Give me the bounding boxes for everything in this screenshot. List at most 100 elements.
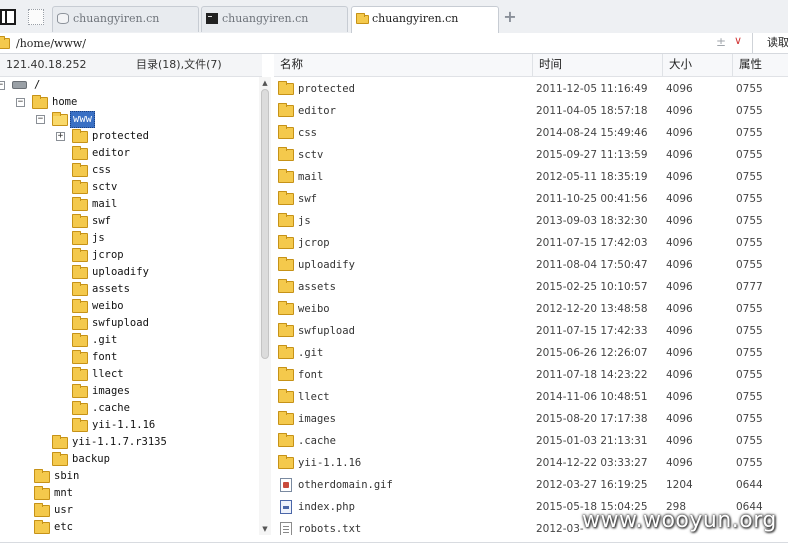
tab-terminal[interactable]: chuangyiren.cn (201, 6, 348, 32)
file-time: 2012-03- (536, 523, 584, 535)
file-name: .cache (298, 435, 336, 447)
chevron-down-icon[interactable]: ∨ (734, 34, 742, 47)
file-time: 2012-12-20 13:48:58 (536, 303, 648, 315)
folder-icon (278, 279, 294, 293)
file-row[interactable]: mail 2012-05-11 18:35:19 4096 0755 (274, 166, 788, 188)
file-row[interactable]: images 2015-08-20 17:17:38 4096 0755 (274, 408, 788, 430)
file-time: 2012-05-11 18:35:19 (536, 171, 648, 183)
file-size: 4096 (666, 391, 693, 403)
file-row[interactable]: editor 2011-04-05 18:57:18 4096 0755 (274, 100, 788, 122)
folder-icon (52, 435, 68, 449)
folder-icon (34, 503, 50, 517)
image-file-icon (280, 478, 292, 492)
collapse-icon[interactable]: − (16, 98, 25, 107)
folder-icon (52, 452, 68, 466)
file-size: 4096 (666, 171, 693, 183)
folder-icon (278, 81, 294, 95)
file-name: swf (298, 193, 317, 205)
file-name: robots.txt (298, 523, 362, 535)
file-row[interactable]: jcrop 2011-07-15 17:42:03 4096 0755 (274, 232, 788, 254)
tree-node-label: .git (92, 334, 118, 346)
database-icon (57, 13, 69, 24)
file-name: images (298, 413, 336, 425)
text-file-icon (280, 522, 292, 535)
folder-icon (278, 323, 294, 337)
file-row[interactable]: assets 2015-02-25 10:10:57 4096 0777 (274, 276, 788, 298)
file-row[interactable]: sctv 2015-09-27 11:13:59 4096 0755 (274, 144, 788, 166)
column-header-attr[interactable]: 属性 (732, 54, 762, 76)
column-header-size[interactable]: 大小 (662, 54, 692, 76)
file-time: 2011-08-04 17:50:47 (536, 259, 648, 271)
file-name: assets (298, 281, 336, 293)
file-size: 4096 (666, 193, 693, 205)
sort-icon[interactable]: ± (716, 35, 726, 49)
tab-bar: chuangyiren.cn chuangyiren.cn chuangyire… (0, 0, 788, 34)
column-header-time[interactable]: 时间 (532, 54, 562, 76)
file-row[interactable]: llect 2014-11-06 10:48:51 4096 0755 (274, 386, 788, 408)
column-header-name[interactable]: 名称 (280, 54, 303, 76)
file-attr: 0755 (736, 413, 763, 425)
file-row[interactable]: .cache 2015-01-03 21:13:31 4096 0755 (274, 430, 788, 452)
folder-icon (72, 180, 88, 194)
tree-node-label: www (70, 111, 95, 128)
file-size: 4096 (666, 281, 693, 293)
scrollbar-thumb[interactable] (261, 89, 269, 359)
path-input[interactable] (16, 33, 706, 53)
folder-icon (72, 214, 88, 228)
file-row[interactable]: weibo 2012-12-20 13:48:58 4096 0755 (274, 298, 788, 320)
collapse-icon[interactable]: − (36, 115, 45, 124)
tab-database[interactable]: chuangyiren.cn (52, 6, 199, 32)
scroll-up-arrow-icon[interactable]: ▲ (259, 77, 271, 89)
file-attr: 0755 (736, 259, 763, 271)
file-time: 2014-11-06 10:48:51 (536, 391, 648, 403)
folder-icon (72, 146, 88, 160)
host-address: 121.40.18.252 (6, 58, 87, 71)
expand-icon[interactable]: + (56, 132, 65, 141)
file-row[interactable]: otherdomain.gif 2012-03-27 16:19:25 1204 06… (274, 474, 788, 496)
file-size: 4096 (666, 347, 693, 359)
tab-file-manager[interactable]: chuangyiren.cn (351, 6, 499, 33)
file-row[interactable]: swfupload 2011-07-15 17:42:33 4096 0755 (274, 320, 788, 342)
file-size: 4096 (666, 83, 693, 95)
file-name: index.php (298, 501, 355, 513)
file-name: font (298, 369, 324, 381)
file-row[interactable]: uploadify 2011-08-04 17:50:47 4096 0755 (274, 254, 788, 276)
file-row[interactable]: font 2011-07-18 14:23:22 4096 0755 (274, 364, 788, 386)
file-time: 2013-09-03 18:32:30 (536, 215, 648, 227)
new-tab-button[interactable]: + (502, 9, 518, 25)
read-button[interactable]: 读取 (752, 33, 788, 53)
file-time: 2015-08-20 17:17:38 (536, 413, 648, 425)
disk-icon (12, 77, 28, 94)
sidebar-toggle-icon[interactable] (0, 9, 16, 25)
file-row[interactable]: css 2014-08-24 15:49:46 4096 0755 (274, 122, 788, 144)
folder-icon (278, 345, 294, 359)
file-name: css (298, 127, 317, 139)
collapse-icon[interactable]: − (0, 81, 5, 90)
scroll-down-arrow-icon[interactable]: ▼ (259, 523, 271, 535)
file-row[interactable]: js 2013-09-03 18:32:30 4096 0755 (274, 210, 788, 232)
tree-scrollbar[interactable]: ▲ ▼ (259, 77, 271, 535)
file-attr: 0755 (736, 369, 763, 381)
file-row[interactable]: swf 2011-10-25 00:41:56 4096 0755 (274, 188, 788, 210)
file-name: editor (298, 105, 336, 117)
folder-icon (278, 191, 294, 205)
watermark: www.wooyun.org (582, 508, 777, 533)
file-size: 4096 (666, 435, 693, 447)
folder-icon (72, 197, 88, 211)
file-row[interactable]: protected 2011-12-05 11:16:49 4096 0755 (274, 78, 788, 100)
file-size: 4096 (666, 237, 693, 249)
file-attr: 0644 (736, 479, 763, 491)
file-size: 4096 (666, 325, 693, 337)
folder-icon (278, 213, 294, 227)
file-row[interactable]: .git 2015-06-26 12:26:07 4096 0755 (274, 342, 788, 364)
folder-icon (72, 282, 88, 296)
blank-page-icon[interactable] (28, 9, 44, 25)
folder-icon (72, 316, 88, 330)
directory-tree: − / − home − www + protected editor css … (0, 77, 258, 535)
file-list-header: 名称 时间 大小 属性 (274, 54, 788, 77)
file-time: 2011-07-18 14:23:22 (536, 369, 648, 381)
file-row[interactable]: yii-1.1.16 2014-12-22 03:33:27 4096 0755 (274, 452, 788, 474)
file-time: 2012-03-27 16:19:25 (536, 479, 648, 491)
folder-open-icon (52, 111, 68, 128)
folder-icon (278, 169, 294, 183)
